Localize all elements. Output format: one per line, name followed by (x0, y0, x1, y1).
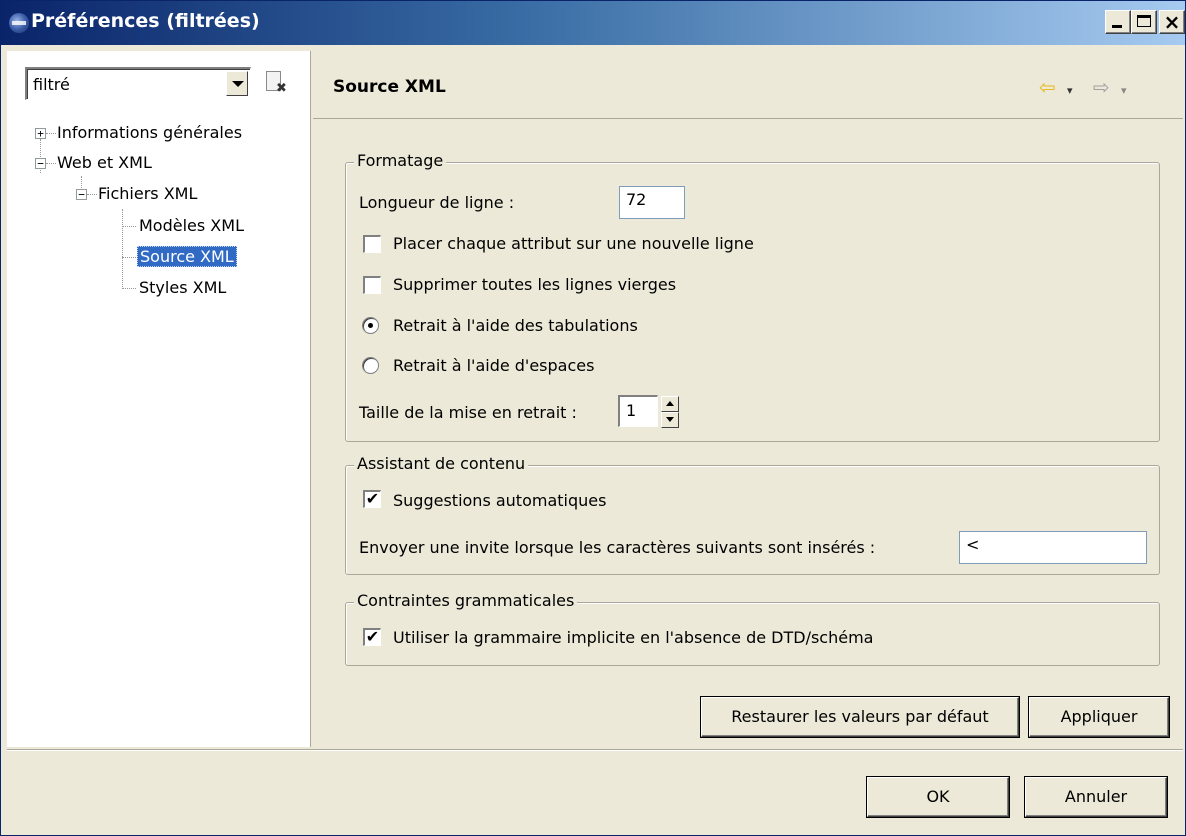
indent-spaces-label: Retrait à l'aide d'espaces (393, 356, 595, 375)
attr-newline-label: Placer chaque attribut sur une nouvelle … (393, 234, 754, 253)
indent-tabs-radio[interactable] (362, 317, 379, 334)
indent-size-label: Taille de la mise en retrait : (359, 403, 577, 422)
close-button[interactable]: × (1159, 10, 1185, 34)
maximize-icon (1137, 15, 1151, 27)
remove-blank-lines-checkbox[interactable] (363, 276, 381, 294)
spinner-down-icon[interactable] (661, 412, 679, 428)
tree-item-styles-xml[interactable]: Styles XML (139, 276, 226, 302)
clear-filter-icon[interactable]: ✖ (263, 69, 289, 97)
attr-newline-checkbox[interactable] (363, 235, 381, 253)
forward-history-dropdown-icon[interactable]: ▾ (1121, 81, 1127, 101)
tree-item-label: Source XML (137, 246, 237, 267)
forward-arrow-icon[interactable]: ⇨ (1093, 77, 1110, 97)
separator (7, 749, 1183, 751)
back-history-dropdown-icon[interactable]: ▾ (1067, 81, 1073, 101)
preferences-tree-pane (7, 51, 311, 747)
preferences-window: Préférences (filtrées) × filtré ✖ + Info… (0, 0, 1186, 836)
page-title: Source XML (333, 77, 446, 97)
tree-item-fichiers-xml[interactable]: Fichiers XML (98, 182, 197, 208)
implicit-grammar-checkbox[interactable]: ✔ (363, 628, 381, 646)
expand-icon[interactable]: + (35, 128, 46, 139)
indent-spaces-radio[interactable] (362, 357, 379, 374)
minimize-button[interactable] (1105, 10, 1131, 34)
auto-suggest-checkbox[interactable]: ✔ (363, 490, 381, 508)
remove-blank-lines-label: Supprimer toutes les lignes vierges (393, 275, 677, 294)
apply-button[interactable]: Appliquer (1029, 697, 1169, 737)
implicit-grammar-label: Utiliser la grammaire implicite en l'abs… (393, 628, 874, 647)
page-header: Source XML ⇦ ▾ ⇨ ▾ (313, 55, 1183, 119)
filter-value: filtré (33, 75, 70, 94)
tree-item-modeles-xml[interactable]: Modèles XML (139, 214, 244, 240)
tree-item-label: Web et XML (57, 153, 152, 172)
back-arrow-icon[interactable]: ⇦ (1039, 77, 1056, 97)
chevron-down-icon[interactable] (226, 71, 248, 96)
auto-suggest-label: Suggestions automatiques (393, 491, 607, 510)
prompt-chars-input[interactable]: < (959, 531, 1147, 564)
maximize-button[interactable] (1131, 10, 1157, 34)
formatting-legend: Formatage (354, 151, 447, 170)
grammar-legend: Contraintes grammaticales (354, 591, 578, 610)
line-length-label: Longueur de ligne : (359, 193, 515, 212)
tree-item-web-et-xml[interactable]: Web et XML (57, 151, 152, 177)
tree-item-label: Fichiers XML (98, 184, 198, 203)
tree-item-label: Modèles XML (139, 216, 244, 235)
cancel-button[interactable]: Annuler (1025, 777, 1167, 817)
minimize-icon (1112, 25, 1122, 28)
close-icon: × (1163, 10, 1181, 34)
ok-button[interactable]: OK (867, 777, 1009, 817)
tree-item-source-xml[interactable]: Source XML (137, 245, 237, 271)
window-title: Préférences (filtrées) (31, 10, 260, 32)
eclipse-icon (9, 13, 29, 33)
tree-item-informations-generales[interactable]: Informations générales (57, 121, 242, 147)
line-length-input[interactable]: 72 (619, 186, 685, 219)
tree-item-label: Styles XML (139, 278, 227, 297)
filter-combo[interactable]: filtré (25, 67, 251, 100)
collapse-icon[interactable]: − (35, 158, 46, 169)
prompt-chars-label: Envoyer une invite lorsque les caractère… (359, 538, 876, 557)
content-assist-legend: Assistant de contenu (354, 454, 529, 473)
collapse-icon[interactable]: − (76, 189, 87, 200)
spinner-up-icon[interactable] (661, 396, 679, 412)
indent-tabs-label: Retrait à l'aide des tabulations (393, 316, 638, 335)
indent-size-spinner[interactable]: 1 (618, 395, 658, 427)
title-bar[interactable]: Préférences (filtrées) × (1, 1, 1185, 45)
tree-item-label: Informations générales (57, 123, 243, 142)
restore-defaults-button[interactable]: Restaurer les valeurs par défaut (701, 697, 1019, 737)
